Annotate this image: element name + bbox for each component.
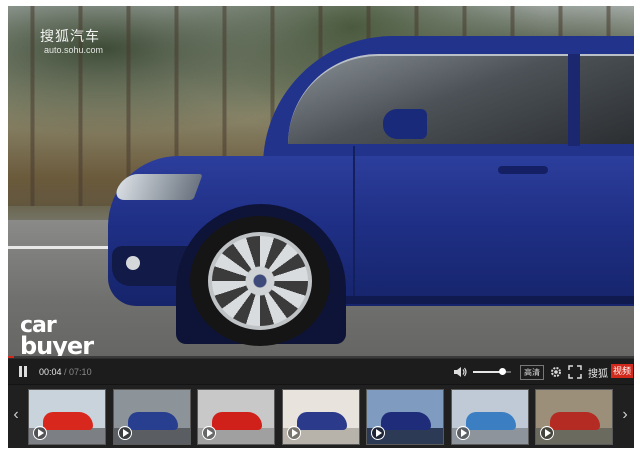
gear-icon[interactable] — [549, 365, 563, 379]
car-wheel-rim — [208, 232, 312, 330]
watermark-url: auto.sohu.com — [44, 45, 104, 55]
fullscreen-icon[interactable] — [568, 365, 582, 379]
play-icon[interactable] — [371, 426, 385, 440]
control-bar: 00:04 / 07:10 高清 搜狐 视频 — [8, 358, 634, 384]
play-icon[interactable] — [33, 426, 47, 440]
time-separator: / — [61, 367, 70, 377]
volume-slider[interactable] — [473, 368, 511, 375]
quality-button[interactable]: 高清 — [520, 365, 544, 380]
video-thumbnail[interactable] — [112, 389, 191, 445]
volume-fill — [473, 371, 502, 373]
play-icon[interactable] — [117, 426, 132, 440]
thumbnail-car — [43, 412, 93, 430]
car-door-handle — [498, 166, 548, 174]
current-time: 00:04 — [39, 367, 62, 377]
carbuyer-logo: car buyer — [20, 315, 94, 357]
volume-knob[interactable] — [498, 368, 506, 375]
video-thumbnail[interactable] — [281, 389, 360, 445]
pause-icon[interactable] — [18, 366, 30, 378]
thumbnail-car — [550, 412, 600, 430]
volume-icon[interactable] — [454, 366, 468, 378]
car-window — [288, 54, 634, 144]
time-display: 00:04 / 07:10 — [39, 367, 92, 377]
play-icon[interactable] — [455, 426, 470, 440]
chevron-left-icon[interactable]: ‹ — [10, 403, 22, 427]
video-thumbnail[interactable] — [28, 389, 106, 445]
video-frame[interactable]: 搜狐汽车 auto.sohu.com car buyer — [8, 6, 634, 356]
thumbnail-car — [465, 412, 516, 430]
video-thumbnail[interactable] — [535, 389, 613, 445]
related-videos-strip: ‹ › — [8, 385, 634, 448]
video-thumbnail[interactable] — [450, 389, 529, 445]
thumbnail-car — [127, 412, 178, 430]
sohu-auto-watermark: 搜狐汽车 — [40, 28, 100, 44]
sohu-video-badge[interactable]: 视频 — [611, 364, 634, 378]
play-icon[interactable] — [202, 426, 216, 440]
car-pillar — [568, 54, 580, 146]
thumbnail-car — [296, 412, 347, 430]
play-icon[interactable] — [540, 426, 554, 440]
chevron-right-icon[interactable]: › — [619, 403, 631, 427]
video-player[interactable]: 搜狐汽车 auto.sohu.com car buyer 00:04 / 07:… — [8, 6, 634, 448]
car-mirror — [383, 109, 427, 139]
sohu-logo[interactable]: 搜狐 — [588, 365, 608, 380]
car-foglight — [126, 256, 140, 270]
car-sill — [328, 296, 634, 304]
play-icon[interactable] — [286, 426, 301, 440]
brand-line-2: buyer — [20, 332, 94, 356]
video-thumbnail[interactable] — [197, 389, 275, 445]
thumbnail-car — [212, 412, 262, 430]
car-door-line — [353, 146, 355, 296]
video-thumbnail[interactable] — [366, 389, 444, 445]
total-time: 07:10 — [69, 367, 92, 377]
car-headlight — [113, 174, 203, 200]
thumbnail-car — [381, 412, 431, 430]
